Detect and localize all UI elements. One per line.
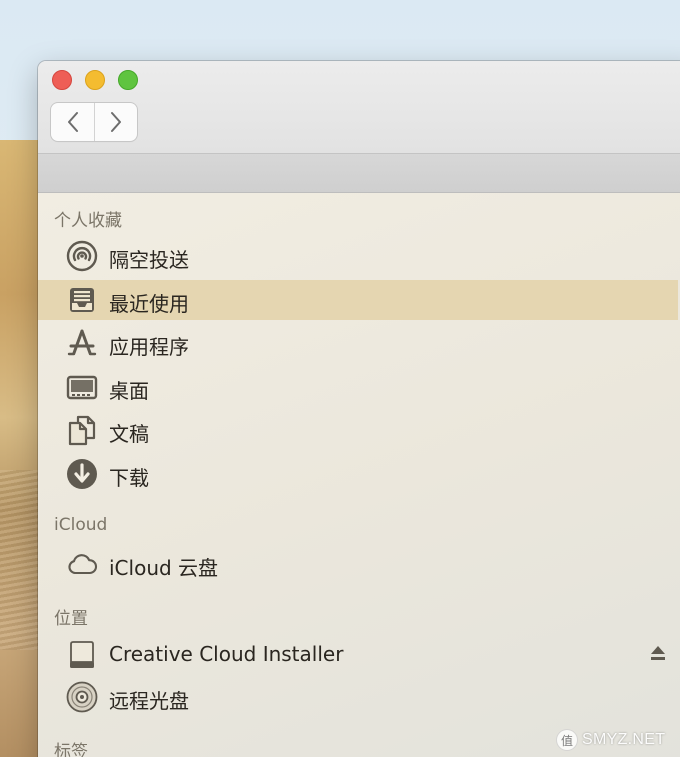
sidebar-item-label: 最近使用 [109,292,189,316]
section-header-locations: 位置 [54,609,88,629]
sidebar-item-label: 应用程序 [109,335,189,359]
sidebar-item-label: 隔空投送 [109,248,189,272]
sidebar-item-remote-disc[interactable]: 远程光盘 [38,677,678,717]
recents-icon [66,284,98,316]
finder-window: 个人收藏 隔空投送 最近使用 应用程序 桌面 文稿 下载 iCloud iClo… [38,61,680,757]
watermark: 值 SMYZ.NET [556,726,680,754]
sidebar-item-label: 下载 [109,466,149,490]
sidebar-item-label: 桌面 [109,379,149,403]
eject-icon[interactable] [650,644,666,662]
sidebar-item-label: 远程光盘 [109,689,189,713]
navigation-buttons [51,103,137,141]
section-header-icloud: iCloud [54,515,108,535]
sidebar-item-label: Creative Cloud Installer [109,642,344,666]
sidebar-item-creative-cloud-installer[interactable]: Creative Cloud Installer [38,634,678,674]
section-header-tags: 标签 [54,742,88,757]
toolbar [38,153,680,193]
sidebar-item-downloads[interactable]: 下载 [38,454,678,494]
sidebar-item-label: iCloud 云盘 [109,556,219,580]
sidebar-item-recents[interactable]: 最近使用 [38,280,678,320]
chevron-left-icon [67,112,78,132]
watermark-logo-icon: 值 [556,729,578,751]
close-button[interactable] [52,70,72,90]
title-bar [38,61,680,153]
minimize-button[interactable] [85,70,105,90]
optical-disc-icon [66,681,98,713]
applications-icon [66,327,98,359]
airdrop-icon [66,240,98,272]
sidebar-item-airdrop[interactable]: 隔空投送 [38,236,678,276]
sidebar-item-label: 文稿 [109,422,149,446]
drive-icon [66,638,98,670]
cloud-icon [66,548,98,580]
sidebar-item-documents[interactable]: 文稿 [38,410,678,450]
desktop-icon [66,371,98,403]
forward-button[interactable] [94,103,137,141]
zoom-button[interactable] [118,70,138,90]
section-header-favorites: 个人收藏 [54,211,122,231]
chevron-right-icon [111,112,121,132]
documents-icon [66,414,98,446]
downloads-icon [66,458,98,490]
back-button[interactable] [51,103,94,141]
sidebar-item-applications[interactable]: 应用程序 [38,323,678,363]
sidebar: 个人收藏 隔空投送 最近使用 应用程序 桌面 文稿 下载 iCloud iClo… [38,193,680,757]
sidebar-item-icloud-drive[interactable]: iCloud 云盘 [38,544,678,584]
sidebar-item-desktop[interactable]: 桌面 [38,367,678,407]
watermark-text: SMYZ.NET [582,731,666,748]
